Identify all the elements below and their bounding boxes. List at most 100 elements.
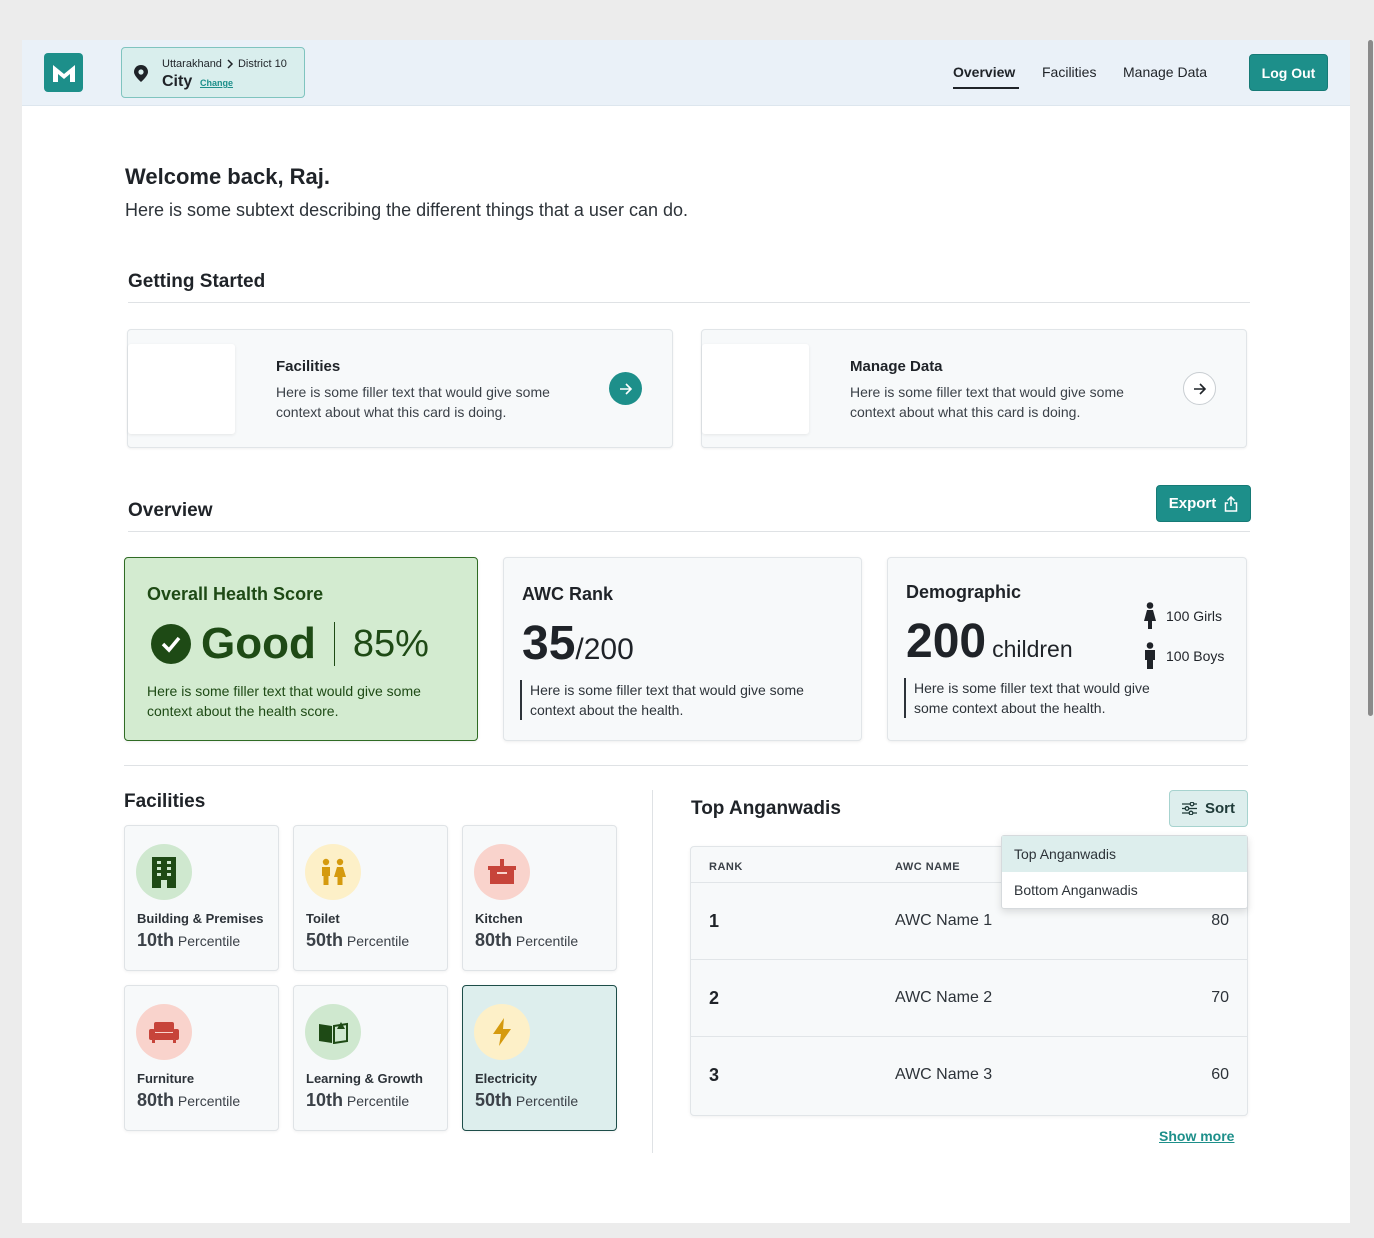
percentile-label: Percentile <box>346 1093 410 1109</box>
facility-tile[interactable]: Electricity 50th Percentile <box>462 985 617 1131</box>
row-awc-name: AWC Name 2 <box>895 989 993 1006</box>
boys-stat: 100 Boys <box>1144 642 1224 669</box>
card-title: Manage Data <box>850 358 943 375</box>
percentile-label: Percentile <box>515 1093 579 1109</box>
facility-name: Furniture <box>137 1071 195 1086</box>
facility-name: Learning & Growth <box>306 1071 423 1086</box>
table-row[interactable]: 3 AWC Name 3 60 <box>691 1037 1247 1114</box>
row-score: 70 <box>1211 989 1229 1006</box>
boys-count: 100 Boys <box>1166 647 1225 664</box>
facility-tile[interactable]: Furniture 80th Percentile <box>124 985 279 1131</box>
facility-tile[interactable]: Building & Premises 10th Percentile <box>124 825 279 971</box>
nav-active-indicator <box>953 87 1019 89</box>
awc-rank-title: AWC Rank <box>522 584 614 604</box>
sort-option-bottom[interactable]: Bottom Anganwadis <box>1002 872 1247 908</box>
location-pin-icon <box>134 65 148 82</box>
row-rank: 2 <box>709 988 720 1008</box>
toilet-icon <box>305 844 361 900</box>
facility-rank: 80th <box>137 1090 175 1110</box>
arrow-right-icon <box>1193 382 1206 395</box>
top-anganwadis-title: Top Anganwadis <box>691 798 841 819</box>
card-title: Facilities <box>276 358 341 375</box>
facility-tile[interactable]: Toilet 50th Percentile <box>293 825 448 971</box>
facility-percentile: 80th Percentile <box>137 1090 240 1111</box>
facility-name: Building & Premises <box>137 911 264 926</box>
facility-rank: 50th <box>306 930 344 950</box>
percentile-label: Percentile <box>177 933 241 949</box>
health-percent: 85% <box>352 622 429 665</box>
sofa-icon <box>136 1004 192 1060</box>
change-location-link[interactable]: Change <box>200 78 233 88</box>
kitchen-icon <box>474 844 530 900</box>
row-awc-name: AWC Name 3 <box>895 1066 993 1083</box>
facility-tile[interactable]: Kitchen 80th Percentile <box>462 825 617 971</box>
card-description: Here is some filler text that would give… <box>850 384 1124 420</box>
awc-rank-value: 35/200 <box>522 616 634 671</box>
facility-rank: 10th <box>137 930 175 950</box>
welcome-subtitle: Here is some subtext describing the diff… <box>125 200 688 220</box>
divider <box>128 531 1250 532</box>
share-icon <box>1225 495 1238 512</box>
facility-percentile: 10th Percentile <box>306 1090 409 1111</box>
location-breadcrumb: Uttarakhand District 10 <box>162 58 287 70</box>
girls-count: 100 Girls <box>1166 607 1223 624</box>
row-rank: 1 <box>709 911 720 931</box>
facilities-card[interactable]: Facilities Here is some filler text that… <box>127 329 673 448</box>
demographic-card: Demographic 200 children 100 Girls 100 Bo… <box>887 557 1247 741</box>
check-circle-icon <box>151 624 191 664</box>
facilities-card-arrow-button[interactable] <box>609 372 642 405</box>
card-thumbnail <box>702 344 809 434</box>
location-state: Uttarakhand <box>162 58 222 70</box>
column-header-rank: RANK <box>709 861 743 873</box>
facility-name: Toilet <box>306 911 340 926</box>
book-icon <box>305 1004 361 1060</box>
facility-percentile: 80th Percentile <box>475 930 578 951</box>
card-description: Here is some filler text that would give… <box>276 384 550 420</box>
nav-overview[interactable]: Overview <box>953 64 1015 80</box>
sort-label: Sort <box>1205 800 1235 817</box>
overview-title: Overview <box>128 500 213 521</box>
manage-data-card-arrow-button[interactable] <box>1183 372 1216 405</box>
health-score-card: Overall Health Score Good 85% Here is so… <box>124 557 478 741</box>
sort-dropdown: Top Anganwadis Bottom Anganwadis <box>1001 835 1248 909</box>
facility-percentile: 50th Percentile <box>475 1090 578 1111</box>
facility-percentile: 10th Percentile <box>137 930 240 951</box>
sort-option-top[interactable]: Top Anganwadis <box>1002 836 1247 872</box>
show-more-link[interactable]: Show more <box>1159 1128 1234 1144</box>
nav-manage-data[interactable]: Manage Data <box>1123 64 1207 80</box>
facilities-title: Facilities <box>124 791 206 812</box>
percentile-label: Percentile <box>346 933 410 949</box>
app-logo[interactable] <box>44 53 83 92</box>
export-button[interactable]: Export <box>1156 485 1251 522</box>
facility-rank: 50th <box>475 1090 513 1110</box>
nav-facilities[interactable]: Facilities <box>1042 64 1096 80</box>
divider <box>124 765 1248 766</box>
sort-button[interactable]: Sort <box>1169 790 1248 827</box>
health-status: Good <box>201 619 316 668</box>
girls-stat: 100 Girls <box>1144 602 1222 629</box>
location-selector[interactable]: Uttarakhand District 10 City Change <box>121 47 305 98</box>
column-header-awc-name: AWC NAME <box>895 861 961 873</box>
awc-rank-description: Here is some filler text that would give… <box>520 680 830 720</box>
facility-rank: 80th <box>475 930 513 950</box>
sliders-icon <box>1182 802 1197 815</box>
logout-button[interactable]: Log Out <box>1249 54 1328 91</box>
facility-tile[interactable]: Learning & Growth 10th Percentile <box>293 985 448 1131</box>
top-header: Uttarakhand District 10 City Change Over… <box>22 40 1350 106</box>
page-scrollbar[interactable] <box>1368 40 1373 716</box>
logo-icon <box>52 64 75 82</box>
table-row[interactable]: 2 AWC Name 2 70 <box>691 960 1247 1037</box>
column-divider <box>652 790 653 1153</box>
girl-icon <box>1144 602 1156 629</box>
health-separator <box>333 622 335 666</box>
lightning-icon <box>474 1004 530 1060</box>
arrow-right-icon <box>619 382 632 395</box>
facility-percentile: 50th Percentile <box>306 930 409 951</box>
manage-data-card[interactable]: Manage Data Here is some filler text tha… <box>701 329 1247 448</box>
row-awc-name: AWC Name 1 <box>895 912 993 929</box>
row-score: 80 <box>1211 912 1229 929</box>
demographic-title: Demographic <box>906 582 1022 602</box>
welcome-title: Welcome back, Raj. <box>125 164 331 189</box>
row-rank: 3 <box>709 1065 720 1085</box>
facility-name: Electricity <box>475 1071 538 1086</box>
